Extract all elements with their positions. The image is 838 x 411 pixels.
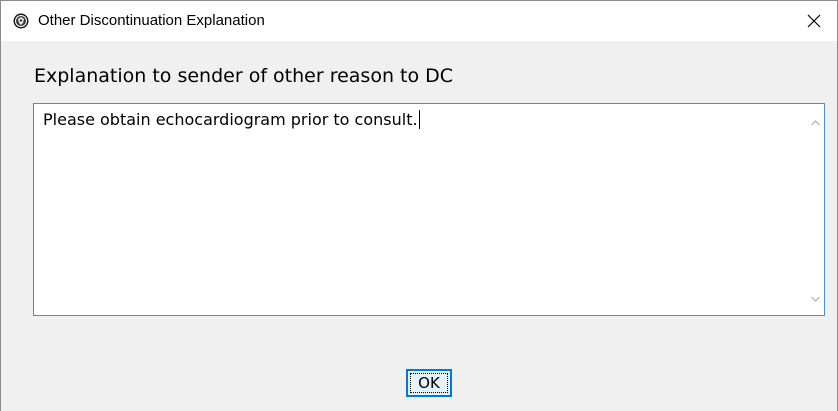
scroll-down-button[interactable] bbox=[807, 289, 824, 306]
explanation-text[interactable]: Please obtain echocardiogram prior to co… bbox=[43, 110, 420, 130]
window-title: Other Discontinuation Explanation bbox=[38, 12, 265, 29]
close-button[interactable] bbox=[791, 1, 837, 41]
close-icon bbox=[806, 13, 822, 29]
chevron-down-icon bbox=[811, 289, 820, 307]
explanation-text-value: Please obtain echocardiogram prior to co… bbox=[43, 110, 418, 129]
explanation-prompt: Explanation to sender of other reason to… bbox=[34, 65, 454, 87]
ok-button[interactable]: OK bbox=[406, 369, 452, 397]
scroll-up-button[interactable] bbox=[807, 113, 824, 130]
explanation-textarea[interactable]: Please obtain echocardiogram prior to co… bbox=[33, 103, 825, 316]
title-bar[interactable]: Other Discontinuation Explanation bbox=[1, 1, 837, 41]
vertical-scrollbar[interactable] bbox=[807, 104, 824, 315]
va-seal-icon bbox=[13, 13, 29, 29]
ok-button-label: OK bbox=[410, 373, 448, 393]
chevron-up-icon bbox=[811, 113, 820, 131]
text-caret bbox=[418, 110, 420, 129]
dialog-window: Other Discontinuation Explanation Explan… bbox=[0, 0, 838, 411]
